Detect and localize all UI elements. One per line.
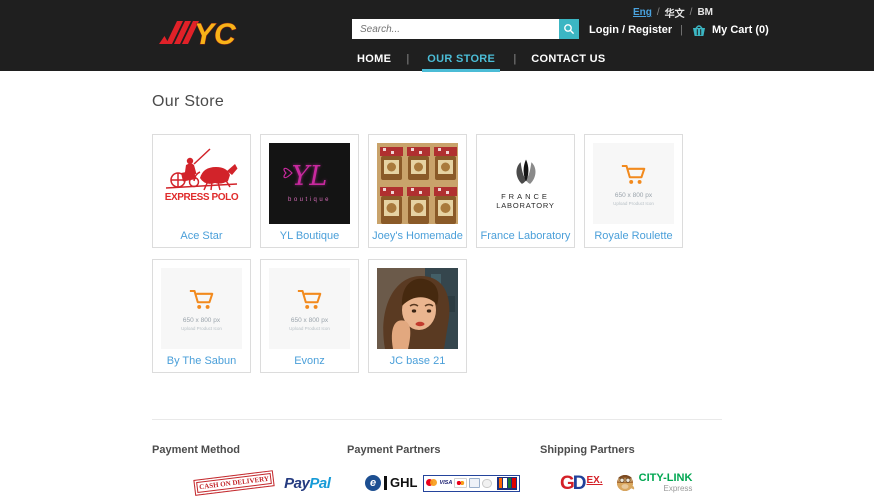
butterfly-icon (282, 163, 296, 183)
yl-boutique-logo: YL boutique (269, 143, 350, 224)
footer: Payment Method CASH ON DELIVERY PayPal P… (152, 444, 740, 495)
footer-divider (152, 419, 722, 420)
store-card-by-the-sabun[interactable]: 650 x 800 px Upload Product Icon By The … (152, 259, 251, 373)
store-name[interactable]: JC base 21 (370, 355, 465, 367)
express-polo-logo: EXPRESS POLO (161, 143, 242, 224)
laboratory-wordmark: LABORATORY (496, 201, 554, 210)
store-card-joeys-homemade[interactable]: Joey's Homemade (368, 134, 467, 248)
lang-separator: / (690, 7, 693, 18)
myc-logo[interactable]: YC (156, 10, 238, 52)
france-wordmark: FRANCE (501, 192, 550, 201)
eghl-e-icon: e (365, 475, 381, 491)
language-switcher: Eng / 华文 / BM (633, 5, 713, 20)
search-bar (352, 19, 579, 39)
placeholder-image: 650 x 800 px Upload Product Icon (593, 143, 674, 224)
yl-script-text: YL (292, 164, 328, 190)
charge-card-icon (482, 479, 492, 488)
store-name[interactable]: Royale Roulette (586, 230, 681, 242)
nav-separator: | (513, 51, 516, 72)
store-card-evonz[interactable]: 650 x 800 px Upload Product Icon Evonz (260, 259, 359, 373)
lang-chinese[interactable]: 华文 (665, 5, 685, 20)
nav-our-store[interactable]: OUR STORE (422, 51, 500, 72)
cart-placeholder-icon (188, 286, 216, 311)
paypal-logo: PayPal (284, 475, 330, 492)
payment-method-section: Payment Method CASH ON DELIVERY PayPal (152, 444, 347, 495)
nav-contact-us[interactable]: CONTACT US (529, 51, 607, 72)
search-input[interactable] (352, 19, 559, 39)
cart-placeholder-icon (620, 161, 648, 186)
portrait-photo (377, 268, 458, 349)
placeholder-image: 650 x 800 px Upload Product Icon (161, 268, 242, 349)
nav-home[interactable]: HOME (355, 51, 393, 72)
shipping-partners-section: Shipping Partners G D EX. (540, 444, 740, 495)
gdex-logo: G D EX. (560, 474, 603, 493)
yl-boutique-subtext: boutique (288, 197, 331, 203)
placeholder-size-label: 650 x 800 px (291, 317, 328, 324)
cart-placeholder-icon (296, 286, 324, 311)
header: YC Eng / 华文 / BM Login / Register | (0, 0, 874, 71)
card-brands-strip: VISA (423, 475, 520, 492)
store-name[interactable]: France Laboratory (478, 230, 573, 242)
store-card-royale-roulette[interactable]: 650 x 800 px Upload Product Icon Royale … (584, 134, 683, 248)
main-nav: HOME | OUR STORE | CONTACT US (355, 51, 608, 72)
search-button[interactable] (559, 19, 579, 39)
store-card-jc-base-21[interactable]: JC base 21 (368, 259, 467, 373)
store-card-france-laboratory[interactable]: FRANCE LABORATORY France Laboratory (476, 134, 575, 248)
horse-carriage-illustration (164, 146, 239, 192)
shipping-partners-heading: Shipping Partners (540, 444, 740, 456)
placeholder-size-label: 650 x 800 px (615, 192, 652, 199)
placeholder-hint-label: Upload Product Icon (181, 326, 222, 331)
mastercard-icon (426, 479, 437, 487)
store-card-yl-boutique[interactable]: YL boutique YL Boutique (260, 134, 359, 248)
myc-logo-mark: YC (156, 10, 238, 52)
store-name[interactable]: Joey's Homemade (370, 230, 465, 242)
tulip-icon (512, 158, 540, 188)
placeholder-size-label: 650 x 800 px (183, 317, 220, 324)
lang-separator: / (657, 7, 660, 18)
logo-yc-text: YC (194, 18, 237, 51)
peanut-butter-jars-photo (377, 143, 458, 224)
ghl-wordmark: GHL (384, 476, 419, 490)
verified-by-visa-icon (469, 478, 480, 488)
store-card-ace-star[interactable]: EXPRESS POLO Ace Star (152, 134, 251, 248)
city-link-logo: CITY-LINK Express (615, 473, 693, 493)
payment-method-heading: Payment Method (152, 444, 347, 456)
joeys-homemade-photo (377, 143, 458, 224)
payment-partners-section: Payment Partners e GHL VISA (347, 444, 540, 495)
page-title: Our Store (152, 93, 224, 111)
account-bar: Login / Register | My Cart (0) (589, 22, 769, 38)
store-grid: EXPRESS POLO Ace Star YL boutique YL Bou… (152, 134, 692, 373)
payment-partners-heading: Payment Partners (347, 444, 540, 456)
login-register-link[interactable]: Login / Register (589, 24, 672, 36)
account-separator: | (680, 24, 683, 36)
express-polo-wordmark: EXPRESS POLO (161, 192, 242, 203)
nav-separator: | (406, 51, 409, 72)
visa-logo: VISA (439, 480, 452, 486)
lang-eng[interactable]: Eng (633, 7, 652, 18)
france-laboratory-logo: FRANCE LABORATORY (485, 143, 566, 224)
cart-basket-icon (691, 23, 707, 37)
search-icon (563, 23, 575, 35)
store-name[interactable]: Evonz (262, 355, 357, 367)
my-cart-link[interactable]: My Cart (0) (691, 23, 769, 37)
placeholder-hint-label: Upload Product Icon (289, 326, 330, 331)
placeholder-image: 650 x 800 px Upload Product Icon (269, 268, 350, 349)
page: YC Eng / 华文 / BM Login / Register | (0, 0, 874, 498)
store-name[interactable]: By The Sabun (154, 355, 249, 367)
lang-bm[interactable]: BM (697, 7, 713, 18)
city-link-mascot-icon (615, 473, 635, 493)
cash-on-delivery-logo: CASH ON DELIVERY (193, 470, 275, 496)
jc-base-21-photo (377, 268, 458, 349)
my-cart-label: My Cart (0) (712, 24, 769, 36)
securecode-icon (454, 478, 467, 488)
store-name[interactable]: YL Boutique (262, 230, 357, 242)
placeholder-hint-label: Upload Product Icon (613, 201, 654, 206)
eghl-logo: e GHL (365, 475, 419, 491)
bank-panel-icon (497, 477, 517, 490)
store-name[interactable]: Ace Star (154, 230, 249, 242)
